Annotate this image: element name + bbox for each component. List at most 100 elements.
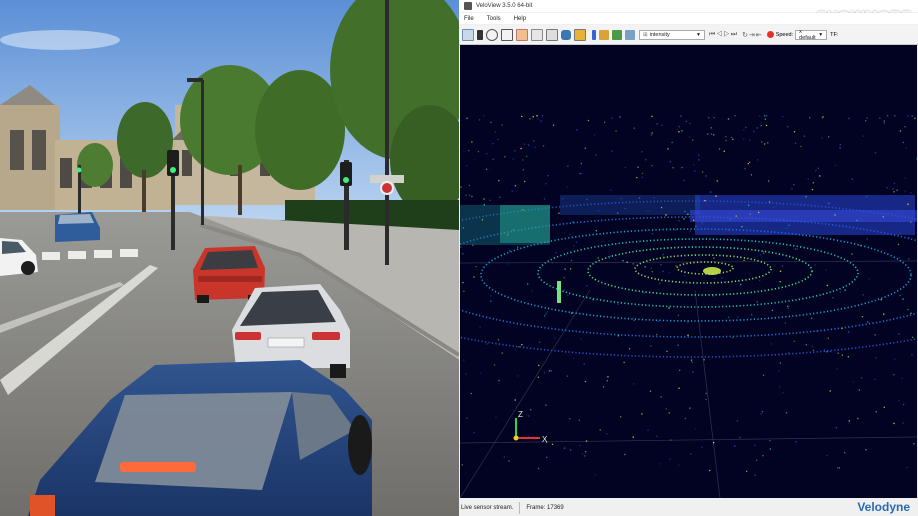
lidar-point — [886, 187, 888, 189]
select-icon[interactable] — [531, 28, 543, 41]
lidar-point — [498, 379, 500, 382]
lidar-point — [677, 314, 680, 316]
lidar-point — [499, 196, 501, 198]
speed-select[interactable]: x default ▼ — [795, 29, 828, 41]
lidar-point — [535, 226, 538, 229]
lidar-point — [787, 352, 790, 354]
lidar-point — [907, 115, 909, 117]
menu-file[interactable]: File — [464, 16, 474, 22]
loop-controls[interactable]: ↻⇥⇤ — [742, 31, 763, 39]
lidar-point — [904, 190, 906, 193]
lidar-point — [473, 276, 475, 278]
lidar-point — [763, 252, 765, 254]
lidar-point — [839, 144, 841, 146]
lidar-point — [757, 159, 759, 161]
lidar-point — [836, 467, 839, 469]
measure-icon[interactable] — [486, 28, 498, 41]
veloview-window: VeloView 3.5.0 64-bit SHOWMORE File Tool… — [459, 0, 918, 516]
lidar-point — [547, 175, 549, 177]
lidar-point — [523, 143, 525, 145]
speed-label: Speed: — [775, 31, 794, 38]
crop-icon[interactable] — [501, 28, 513, 41]
lidar-point — [478, 119, 481, 121]
menu-tools[interactable]: Tools — [487, 16, 501, 22]
lidar-point — [761, 411, 764, 413]
lidar-point — [714, 277, 716, 279]
lidar-point — [622, 260, 624, 262]
lidar-point — [865, 449, 867, 451]
lidar-point — [597, 257, 599, 259]
lidar-point — [645, 159, 647, 161]
color-by-select[interactable]: ⊞ intensity ▼ — [639, 29, 705, 40]
playback-controls[interactable]: ⏮◁▷⏭ — [709, 31, 738, 39]
lidar-point — [668, 272, 670, 274]
lidar-point — [749, 161, 751, 163]
lidar-point — [736, 420, 738, 422]
lidar-point — [882, 216, 884, 218]
lidar-point — [874, 334, 876, 336]
lidar-point — [626, 261, 628, 263]
orientation-icon[interactable] — [612, 29, 622, 40]
lidar-point — [723, 356, 725, 358]
python-icon[interactable] — [561, 29, 571, 40]
lidar-point — [904, 126, 906, 128]
record-icon[interactable] — [766, 31, 774, 38]
menu-bar: File Tools Help — [459, 13, 918, 24]
sensor-icon[interactable] — [477, 29, 483, 40]
lidar-point — [532, 116, 534, 118]
lidar-point — [844, 289, 846, 291]
lidar-point — [468, 194, 471, 196]
lidar-point — [490, 121, 492, 123]
lidar-point — [585, 440, 588, 442]
chart-icon[interactable] — [574, 28, 586, 41]
lidar-point — [662, 270, 664, 272]
lidar-point — [911, 336, 914, 338]
lidar-point — [466, 117, 468, 119]
lidar-point — [782, 392, 784, 394]
menu-help[interactable]: Help — [514, 16, 526, 22]
lidar-point — [475, 266, 477, 268]
lidar-point — [901, 377, 903, 380]
lidar-point — [710, 133, 713, 135]
lidar-point — [542, 145, 545, 147]
lidar-point — [689, 230, 691, 232]
palette-icon[interactable] — [599, 29, 609, 40]
lidar-point — [785, 227, 788, 230]
status-bar: Live sensor stream. Frame: 17369 — [459, 499, 918, 516]
lidar-point — [779, 281, 781, 283]
lidar-point — [679, 265, 681, 267]
lidar-point — [649, 390, 652, 392]
window-title: VeloView 3.5.0 64-bit — [476, 3, 533, 9]
open-icon[interactable] — [462, 28, 474, 41]
lidar-point — [914, 117, 916, 119]
app-icon — [464, 2, 472, 10]
point-cloud-viewport[interactable]: Z X — [460, 45, 917, 498]
lidar-point — [470, 392, 472, 395]
lidar-point — [811, 345, 813, 348]
lidar-point — [908, 237, 910, 239]
axis-z-label: Z — [518, 410, 523, 419]
lidar-point — [859, 218, 861, 220]
lamp-post — [385, 0, 389, 265]
lidar-point — [474, 159, 476, 161]
lidar-point — [563, 289, 565, 291]
lidar-point — [764, 118, 766, 120]
colormap-icon[interactable] — [592, 29, 596, 40]
lidar-point — [536, 115, 538, 117]
rescale-icon[interactable] — [625, 29, 635, 40]
lidar-point — [760, 124, 762, 127]
lidar-point — [880, 299, 882, 301]
lidar-point — [566, 375, 569, 377]
lidar-point — [466, 417, 468, 419]
spreadsheet-icon[interactable] — [546, 28, 558, 41]
lidar-point — [731, 136, 733, 139]
grid-icon[interactable] — [516, 28, 528, 41]
lidar-point — [686, 282, 688, 284]
lidar-point — [834, 214, 836, 216]
lidar-point — [754, 444, 756, 446]
lidar-point — [805, 196, 807, 198]
lidar-point — [816, 330, 818, 332]
lidar-point — [902, 298, 904, 300]
lidar-point — [651, 271, 653, 273]
lidar-point — [524, 180, 526, 183]
